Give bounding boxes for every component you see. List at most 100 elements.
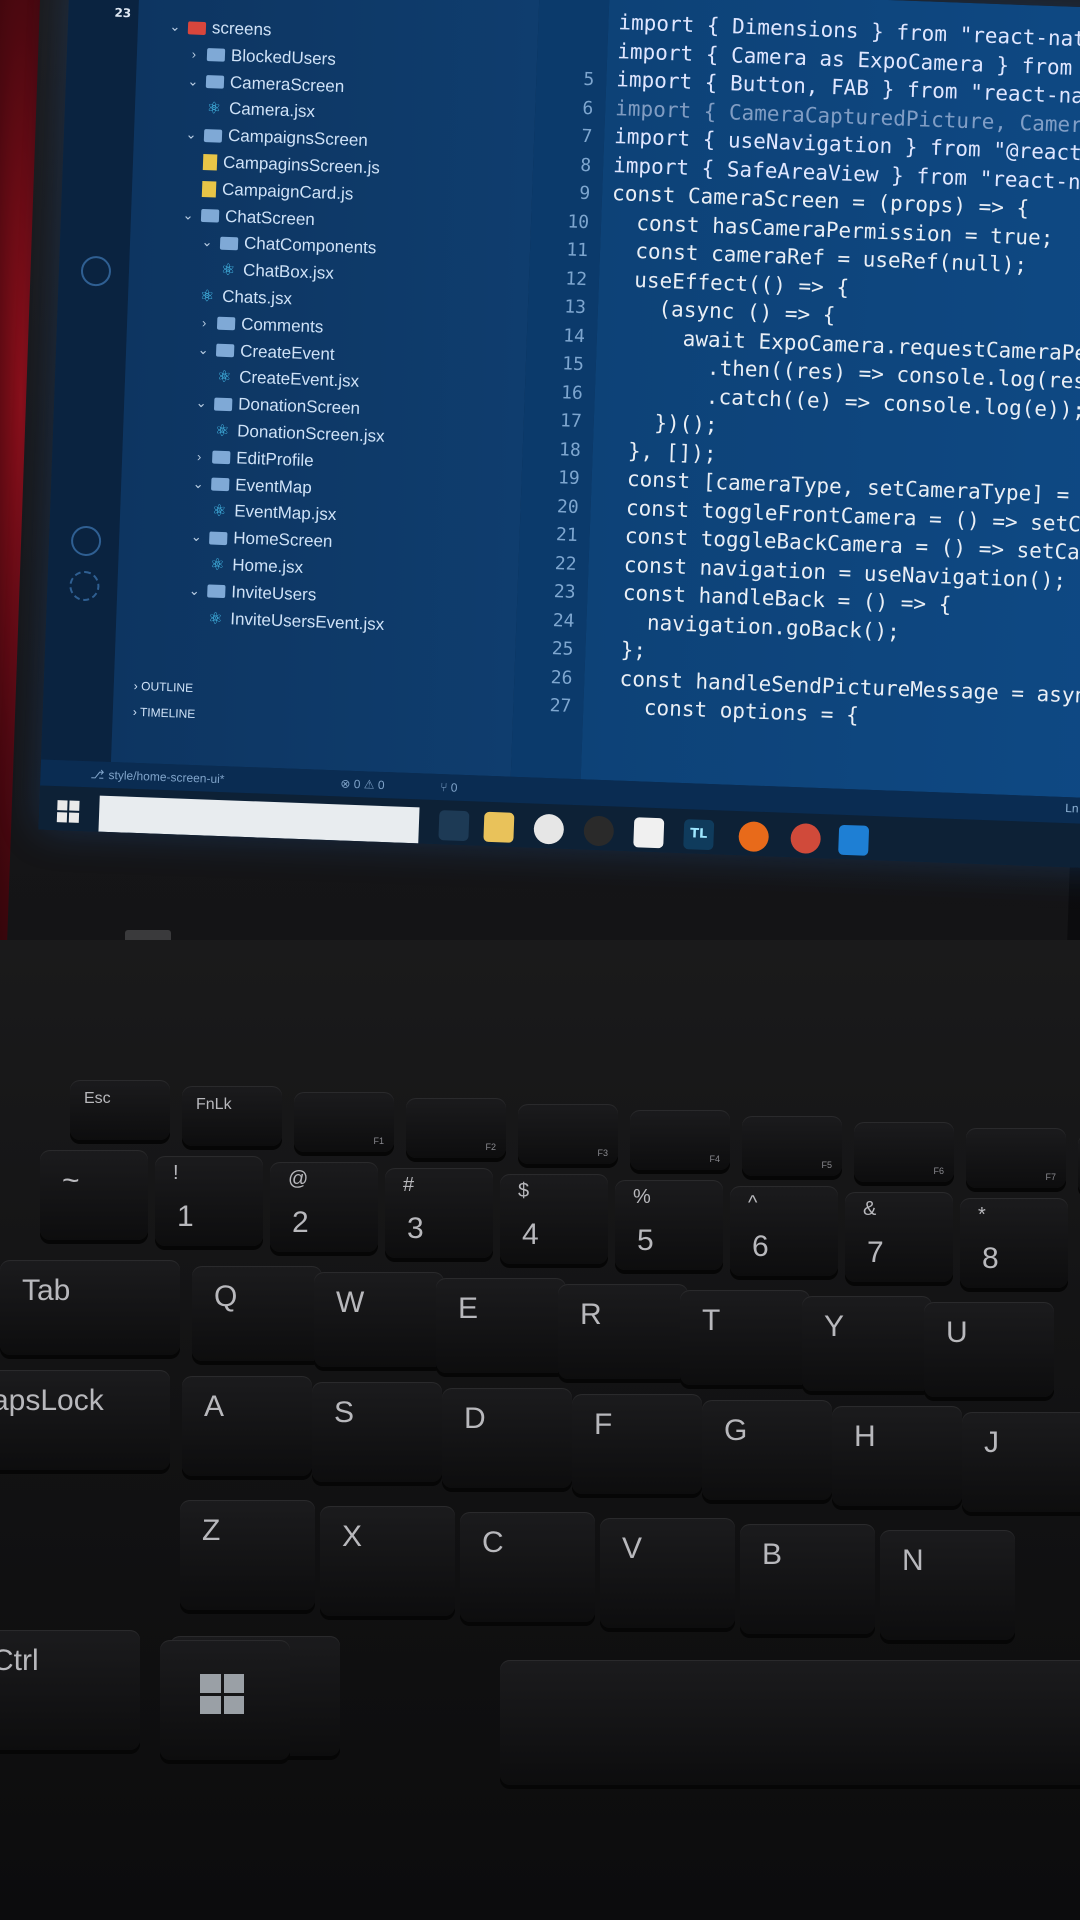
key-3[interactable]: #3 xyxy=(385,1168,493,1258)
vscode-icon[interactable] xyxy=(838,824,870,856)
key-j[interactable]: J xyxy=(962,1412,1080,1512)
key-label: F5 xyxy=(821,1160,832,1170)
chevron-down-icon[interactable]: ⌄ xyxy=(194,395,209,412)
chevron-down-icon[interactable]: ⌄ xyxy=(200,234,215,251)
key-4[interactable]: $4 xyxy=(500,1174,608,1264)
key-s[interactable]: S xyxy=(312,1382,442,1482)
key-w[interactable]: W xyxy=(314,1272,444,1367)
firefox-icon[interactable] xyxy=(738,821,770,853)
key-6[interactable]: ^ 6 xyxy=(730,1186,838,1276)
explorer-folder[interactable]: ⌄ EventMap xyxy=(191,470,313,500)
key-esc[interactable]: Esc xyxy=(70,1080,170,1140)
key-f4[interactable]: F4 xyxy=(630,1110,730,1170)
gear-icon[interactable] xyxy=(68,570,100,602)
account-icon[interactable] xyxy=(70,525,102,557)
explorer-folder[interactable]: ⌄ ChatScreen xyxy=(181,202,316,233)
cursor-position[interactable]: Ln 1, Col 38 xyxy=(1065,801,1080,817)
key-z[interactable]: Z xyxy=(180,1500,315,1610)
chevron-down-icon[interactable]: ⌄ xyxy=(184,126,199,143)
chrome-icon[interactable] xyxy=(790,823,822,855)
key-8[interactable]: * 8 xyxy=(960,1198,1068,1288)
chevron-down-icon[interactable]: ⌄ xyxy=(168,19,183,36)
chevron-down-icon[interactable]: ⌄ xyxy=(186,73,201,90)
key-f3[interactable]: F3 xyxy=(518,1104,618,1164)
chevron-down-icon[interactable]: ⌄ xyxy=(196,341,211,358)
github-icon[interactable] xyxy=(583,815,615,847)
key-c[interactable]: C xyxy=(460,1512,595,1622)
line-number: 7 xyxy=(581,125,593,148)
key-1[interactable]: ! 1 xyxy=(155,1156,263,1246)
branch-icon[interactable]: ⎇ xyxy=(90,767,104,781)
timeline-section[interactable]: › TIMELINE xyxy=(132,699,196,727)
notes-icon[interactable] xyxy=(633,817,665,849)
explorer-file[interactable]: ⚛ ChatBox.jsx xyxy=(219,257,335,287)
key-q[interactable]: Q xyxy=(192,1266,322,1361)
code-editor[interactable]: import { Dimensions } from "react-native… xyxy=(580,0,1080,802)
key-e[interactable]: E xyxy=(436,1278,566,1373)
explorer-file[interactable]: ⚛ Camera.jsx xyxy=(205,95,316,125)
chevron-right-icon[interactable]: › xyxy=(187,47,202,63)
browser-icon[interactable] xyxy=(533,813,565,845)
key-windows[interactable] xyxy=(160,1640,290,1760)
chevron-down-icon[interactable]: ⌄ xyxy=(181,207,196,224)
key-fnlk[interactable]: FnLk xyxy=(182,1086,282,1146)
key-~[interactable]: ~ xyxy=(40,1150,148,1240)
key-f[interactable]: F xyxy=(572,1394,702,1494)
key-apslock[interactable]: apsLock xyxy=(0,1370,170,1470)
key-h[interactable]: H xyxy=(832,1406,962,1506)
chevron-right-icon[interactable]: › xyxy=(197,315,212,331)
key-7[interactable]: & 7 xyxy=(845,1192,953,1282)
explorer-file[interactable]: ⚛ EventMap.jsx xyxy=(210,498,337,529)
problems-indicator[interactable]: ⊗ 0 ⚠ 0 xyxy=(340,776,385,792)
explorer-file[interactable]: ⚛ CreateEvent.jsx xyxy=(215,364,360,395)
key-y[interactable]: Y xyxy=(802,1296,932,1391)
explorer-file[interactable]: ⚛ Home.jsx xyxy=(208,551,304,580)
key-t[interactable]: T xyxy=(680,1290,810,1385)
key-f1[interactable]: F1 xyxy=(294,1092,394,1152)
search-icon[interactable] xyxy=(80,255,112,287)
key-a[interactable]: A xyxy=(182,1376,312,1476)
line-number: 24 xyxy=(552,609,575,632)
task-view-icon[interactable] xyxy=(438,810,470,842)
explorer-item-label: CampaignCard.js xyxy=(221,179,354,204)
explorer-item-label: DonationScreen.jsx xyxy=(236,421,385,446)
explorer-file[interactable]: ⚛ Chats.jsx xyxy=(198,283,293,312)
explorer-folder[interactable]: ⌄ CreateEvent xyxy=(196,336,335,367)
explorer-folder[interactable]: ⌄ HomeScreen xyxy=(189,524,333,555)
explorer-folder[interactable]: ⌄ InviteUsers xyxy=(187,578,317,609)
chevron-right-icon[interactable]: › xyxy=(192,449,207,465)
explorer-folder[interactable]: › EditProfile xyxy=(192,444,314,474)
key-d[interactable]: D xyxy=(442,1388,572,1488)
explorer-folder[interactable]: › Comments xyxy=(197,310,324,341)
key-ctrl[interactable]: Ctrl xyxy=(0,1630,140,1750)
explorer-folder[interactable]: ⌄ screens xyxy=(168,14,272,44)
explorer-item-label: Comments xyxy=(240,314,324,337)
key-g[interactable]: G xyxy=(702,1400,832,1500)
key-v[interactable]: V xyxy=(600,1518,735,1628)
outline-section[interactable]: › OUTLINE xyxy=(133,673,194,701)
key-r[interactable]: R xyxy=(558,1284,688,1379)
chevron-down-icon[interactable]: ⌄ xyxy=(191,475,206,492)
ports-indicator[interactable]: ⑂ 0 xyxy=(440,780,458,795)
key-5[interactable]: % 5 xyxy=(615,1180,723,1270)
start-icon[interactable] xyxy=(56,800,80,823)
key-x[interactable]: X xyxy=(320,1506,455,1616)
branch-name[interactable]: style/home-screen-ui* xyxy=(108,768,224,786)
folder-icon xyxy=(219,236,239,251)
key-tab[interactable]: Tab xyxy=(0,1260,180,1355)
key-n[interactable]: N xyxy=(880,1530,1015,1640)
chevron-down-icon[interactable]: ⌄ xyxy=(187,583,202,600)
key-f6[interactable]: F6 xyxy=(854,1122,954,1182)
key-label: F7 xyxy=(1045,1172,1056,1182)
file-explorer-icon[interactable] xyxy=(483,811,515,843)
key-u[interactable]: U xyxy=(924,1302,1054,1397)
key-b[interactable]: B xyxy=(740,1524,875,1634)
key-f5[interactable]: F5 xyxy=(742,1116,842,1176)
chevron-down-icon[interactable]: ⌄ xyxy=(189,529,204,546)
key-space[interactable] xyxy=(500,1660,1080,1785)
key-f7[interactable]: F7 xyxy=(966,1128,1066,1188)
key-2[interactable]: @2 xyxy=(270,1162,378,1252)
key-f2[interactable]: F2 xyxy=(406,1098,506,1158)
tl-app-icon[interactable]: TL xyxy=(683,819,715,851)
explorer-file[interactable]: ⚛ InviteUsersEvent.jsx xyxy=(206,605,385,638)
